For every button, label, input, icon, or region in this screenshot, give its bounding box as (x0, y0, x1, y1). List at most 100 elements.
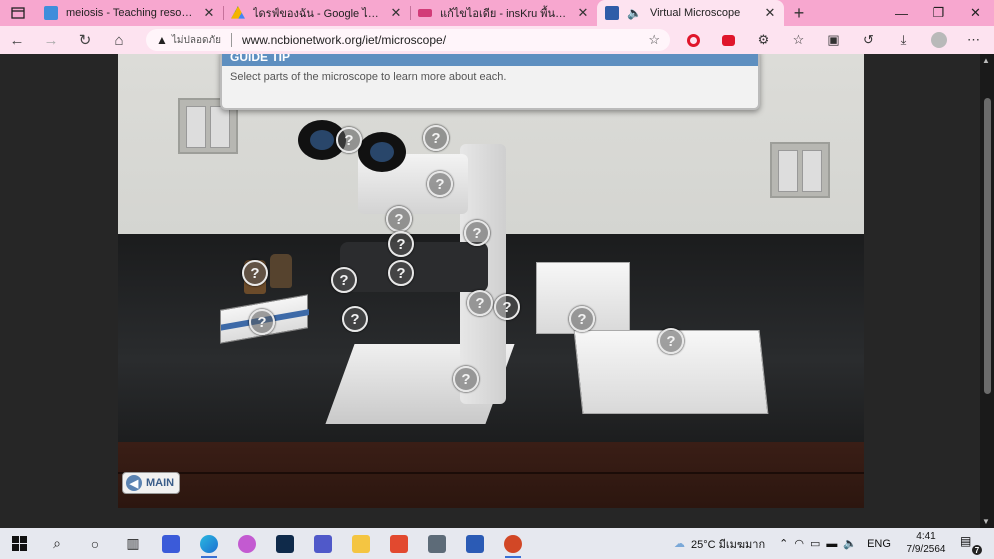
forward-button[interactable]: → (34, 26, 68, 54)
hotspot-stain-bottles[interactable]: ? (242, 260, 268, 286)
bench-drawers (118, 442, 864, 508)
office-app-icon[interactable] (380, 528, 418, 559)
clock-time: 4:41 (916, 531, 936, 542)
browser-tab-virtual-microscope[interactable]: 🔈 Virtual Microscope ✕ (597, 0, 784, 26)
scrollbar-thumb[interactable] (984, 98, 991, 394)
hotspot-objective[interactable]: ? (388, 231, 414, 257)
tab-close-icon[interactable]: ✕ (388, 5, 404, 21)
downloads-icon[interactable]: ⤓ (886, 26, 921, 54)
not-secure-label[interactable]: ไม่ปลอดภัย (172, 33, 221, 48)
meiosis-favicon-icon (44, 6, 58, 20)
battery-icon[interactable]: ▬ (826, 538, 837, 550)
wifi-icon[interactable]: ◠ (794, 537, 804, 550)
volume-icon[interactable]: 🔈 (843, 537, 857, 550)
windows-logo-icon (11, 536, 27, 551)
hotspot-slide-tray[interactable]: ? (658, 328, 684, 354)
main-button-label: MAIN (146, 477, 175, 489)
tab-close-icon[interactable]: ✕ (762, 5, 778, 21)
guide-tip-panel: GUIDE TIP Select parts of the microscope… (220, 54, 760, 110)
main-menu-button[interactable]: ◀ MAIN (122, 472, 180, 494)
warning-icon[interactable]: ▲ (156, 33, 168, 47)
notification-count: 7 (972, 545, 982, 555)
system-tray: ☁ 25°C มีเมฆมาก ⌃ ◠ ▭ ▬ 🔈 ENG (674, 528, 891, 559)
photoshop-app-icon[interactable] (266, 528, 304, 559)
hotspot-nosepiece[interactable]: ? (386, 206, 412, 232)
address-bar[interactable]: ▲ ไม่ปลอดภัย www.ncbionetwork.org/iet/mi… (146, 29, 670, 51)
hotspot-coarse-adjust[interactable]: ? (464, 220, 490, 246)
tray-chevron-up-icon[interactable]: ⌃ (779, 537, 788, 550)
opera-extension-icon[interactable] (676, 26, 711, 54)
hotspot-tissue-box[interactable]: ? (569, 306, 595, 332)
word-app-icon[interactable] (456, 528, 494, 559)
new-tab-button[interactable]: + (784, 0, 814, 26)
edge-app-icon[interactable] (190, 528, 228, 559)
cortana-icon[interactable]: ○ (76, 528, 114, 559)
virtual-microscope-scene: GUIDE TIP Select parts of the microscope… (118, 54, 864, 508)
file-explorer-app-icon[interactable] (342, 528, 380, 559)
snip-app-icon[interactable] (228, 528, 266, 559)
whiteboard-app-icon[interactable] (152, 528, 190, 559)
tab-close-icon[interactable]: ✕ (201, 5, 217, 21)
notification-center-icon[interactable]: ▤ 7 (960, 534, 982, 555)
inskru-favicon-icon (418, 9, 432, 17)
hotspot-condenser[interactable]: ? (342, 306, 368, 332)
tab-close-icon[interactable]: ✕ (575, 5, 591, 21)
page-scrollbar[interactable]: ▲ ▼ (980, 54, 994, 528)
calculator-app-icon[interactable] (418, 528, 456, 559)
task-view-icon[interactable]: ▥ (114, 528, 152, 559)
address-divider (230, 33, 232, 47)
refresh-button[interactable]: ↻ (68, 26, 102, 54)
tab-title: Virtual Microscope (649, 7, 741, 19)
back-button[interactable]: ← (0, 26, 34, 54)
wall-outlet-right (770, 142, 830, 198)
hotspot-arm-upper[interactable]: ? (427, 171, 453, 197)
arrow-left-icon: ◀ (126, 475, 142, 491)
window-controls: — ❐ ✕ (883, 0, 994, 26)
hotspot-stage[interactable]: ? (388, 260, 414, 286)
taskbar-clock[interactable]: 4:41 7/9/2564 (900, 530, 952, 556)
hotspot-head[interactable]: ? (423, 125, 449, 151)
hotspot-eyepiece[interactable]: ? (336, 127, 362, 153)
collections-icon[interactable]: ▣ (816, 26, 851, 54)
extensions-icon[interactable]: ⚙ (746, 26, 781, 54)
teams-app-icon[interactable] (304, 528, 342, 559)
profile-avatar[interactable] (921, 26, 956, 54)
settings-more-icon[interactable]: ⋯ (956, 26, 991, 54)
eyepiece-right (358, 132, 406, 172)
microscope-stage (340, 242, 488, 292)
add-favorite-icon[interactable]: ☆ (648, 32, 660, 48)
scroll-down-icon[interactable]: ▼ (982, 517, 990, 526)
start-button[interactable] (0, 528, 38, 559)
close-window-button[interactable]: ✕ (957, 0, 994, 26)
language-indicator[interactable]: ENG (867, 538, 891, 550)
browser-tab-google-drive[interactable]: ไดรฟ์ของฉัน - Google ไดรฟ์ ✕ (223, 0, 410, 26)
speaker-icon[interactable]: 🔈 (627, 6, 642, 20)
tab-title: ไดรฟ์ของฉัน - Google ไดรฟ์ (253, 8, 380, 20)
hotspot-slide-box[interactable]: ? (249, 309, 275, 335)
windows-taskbar: ⌕ ○ ▥ ☁ 25°C มีเมฆมาก ⌃ ◠ ▭ ▬ 🔈 ENG 4:41… (0, 528, 994, 559)
home-button[interactable]: ⌂ (102, 26, 136, 54)
hotspot-fine-adjust-2[interactable]: ? (494, 294, 520, 320)
guide-tip-text: Select parts of the microscope to learn … (230, 71, 507, 83)
tab-actions-icon[interactable] (0, 0, 36, 26)
weather-text[interactable]: 25°C มีเมฆมาก (691, 535, 765, 553)
minimize-button[interactable]: — (883, 0, 920, 26)
hotspot-stage-clip[interactable]: ? (331, 267, 357, 293)
scroll-up-icon[interactable]: ▲ (982, 56, 990, 65)
url-text[interactable]: www.ncbionetwork.org/iet/microscope/ (242, 33, 446, 47)
virtual-microscope-favicon-icon (605, 6, 619, 20)
hotspot-base[interactable]: ? (453, 366, 479, 392)
meet-now-icon[interactable]: ▭ (810, 537, 820, 550)
cloud-icon: ☁ (674, 538, 685, 550)
favorites-icon[interactable]: ☆ (781, 26, 816, 54)
powerpoint-app-icon[interactable] (494, 528, 532, 559)
browser-tab-inskru[interactable]: แก้ไขไอเดีย - insKru พื้นที่แบ่งปันไอเดี… (410, 0, 597, 26)
history-icon[interactable]: ↺ (851, 26, 886, 54)
maximize-button[interactable]: ❐ (920, 0, 957, 26)
media-extension-icon[interactable] (711, 26, 746, 54)
hotspot-fine-adjust[interactable]: ? (467, 290, 493, 316)
browser-tab-meiosis[interactable]: meiosis - Teaching resources ✕ (36, 0, 223, 26)
stain-bottle-2 (270, 254, 292, 288)
clock-date: 7/9/2564 (906, 544, 946, 555)
search-icon[interactable]: ⌕ (38, 528, 76, 559)
